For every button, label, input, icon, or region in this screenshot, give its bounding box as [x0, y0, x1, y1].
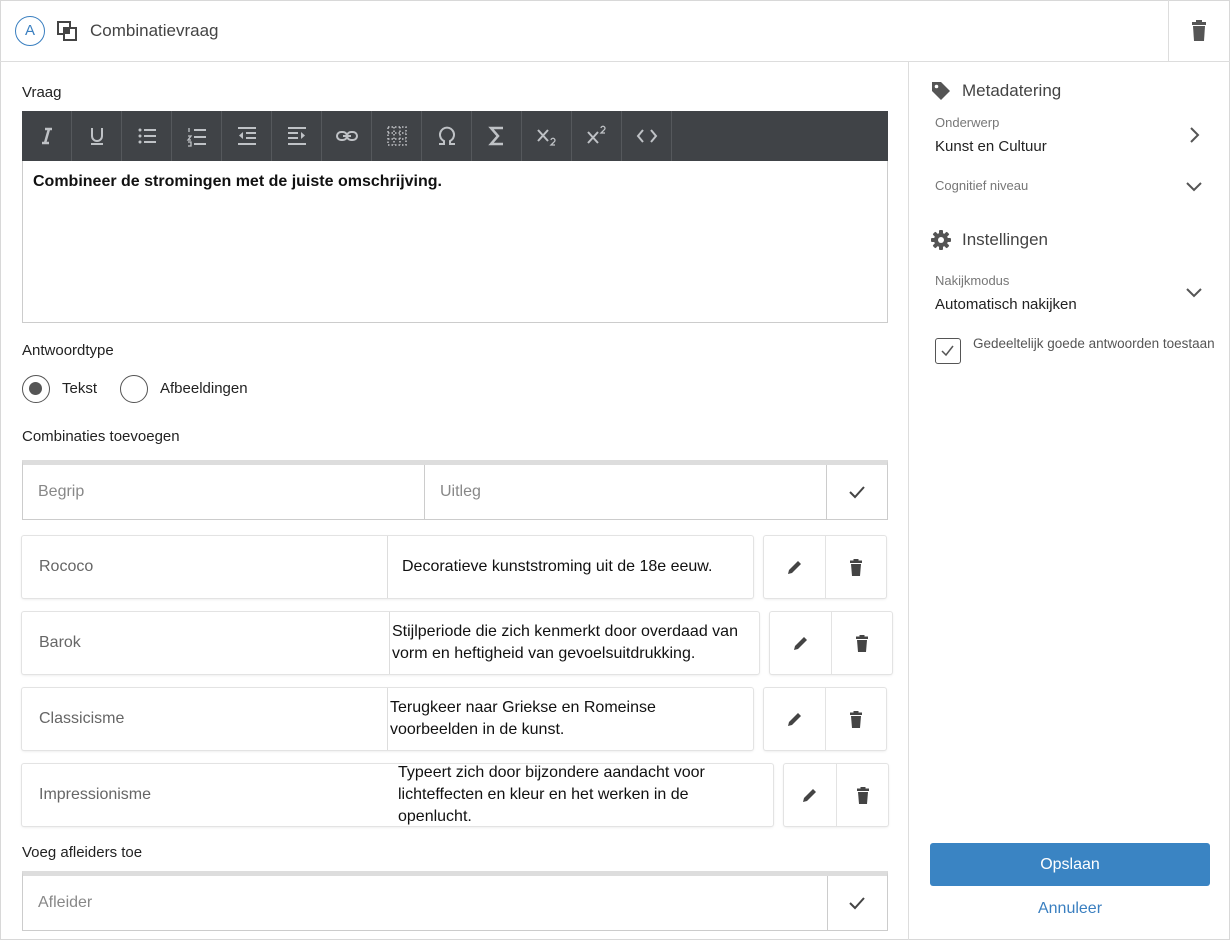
partial-answers-checkbox[interactable] [935, 338, 961, 364]
combination-term: Rococo [22, 536, 388, 598]
editor-toolbar [22, 111, 888, 161]
answer-type-label: Antwoordtype [22, 342, 114, 359]
add-distractor-button[interactable] [828, 876, 886, 930]
side-panel: Metadatering Onderwerp Kunst en Cultuur … [908, 62, 1230, 940]
underline-icon[interactable] [72, 111, 122, 161]
edit-combination-button[interactable] [764, 536, 825, 598]
outdent-icon[interactable] [222, 111, 272, 161]
term-input[interactable] [38, 483, 424, 501]
edit-combination-button[interactable] [770, 612, 831, 674]
bullet-list-icon[interactable] [122, 111, 172, 161]
distractor-row [22, 871, 888, 931]
explanation-input-cell [425, 465, 827, 519]
partial-answers-label: Gedeeltelijk goede antwoorden toestaan [973, 336, 1215, 351]
combination-explanation: Terugkeer naar Griekse en Romeinse voorb… [390, 699, 656, 738]
grading-mode-label: Nakijkmodus [935, 273, 1010, 288]
distractor-input[interactable] [38, 894, 827, 912]
metadata-heading: Metadatering [931, 81, 1061, 101]
combination-explanation: Decoratieve kunststroming uit de 18e eeu… [402, 558, 713, 575]
new-combination-row [22, 460, 888, 520]
pencil-icon [793, 637, 807, 650]
combination-item: Barok Stijlperiode die zich kenmerkt doo… [22, 612, 892, 674]
omega-icon[interactable] [422, 111, 472, 161]
code-icon[interactable] [622, 111, 672, 161]
header-divider [1168, 0, 1169, 61]
combination-item: Classicisme Terugkeer naar Griekse en Ro… [22, 688, 886, 750]
pencil-icon [803, 789, 816, 802]
pencil-icon [787, 713, 801, 726]
answer-type-text-radio[interactable] [22, 375, 50, 403]
cognitive-level-label[interactable]: Cognitief niveau [935, 178, 1028, 193]
cancel-link[interactable]: Annuleer [930, 900, 1210, 918]
checkmark-icon [848, 486, 865, 499]
link-icon[interactable] [322, 111, 372, 161]
question-type-title: Combinatievraag [90, 21, 219, 40]
chevron-down-icon[interactable] [1183, 175, 1205, 197]
sigma-icon[interactable] [472, 111, 522, 161]
numbered-list-icon[interactable] [172, 111, 222, 161]
trash-icon [856, 634, 868, 652]
delete-combination-button[interactable] [836, 764, 888, 826]
delete-combination-button[interactable] [831, 612, 892, 674]
question-label: Vraag [22, 84, 62, 101]
question-text-editor[interactable]: Combineer de stromingen met de juiste om… [22, 161, 888, 323]
gear-icon [931, 230, 951, 250]
combination-item: Rococo Decoratieve kunststroming uit de … [22, 536, 886, 598]
delete-combination-button[interactable] [825, 688, 886, 750]
subject-value[interactable]: Kunst en Cultuur [935, 138, 1047, 155]
delete-question-icon[interactable] [1189, 20, 1209, 42]
subscript-icon[interactable] [522, 111, 572, 161]
term-input-cell [23, 465, 425, 519]
question-text: Combineer de stromingen met de juiste om… [33, 173, 442, 190]
combination-term: Classicisme [22, 688, 388, 750]
italic-icon[interactable] [22, 111, 72, 161]
settings-heading: Instellingen [931, 230, 1048, 250]
grading-mode-value[interactable]: Automatisch nakijken [935, 296, 1077, 313]
superscript-icon[interactable] [572, 111, 622, 161]
checkmark-icon [941, 345, 954, 357]
question-badge: A [15, 16, 45, 46]
edit-combination-button[interactable] [784, 764, 836, 826]
distractors-label: Voeg afleiders toe [22, 844, 143, 861]
checkmark-icon [849, 897, 865, 910]
editor-header: A Combinatievraag [0, 0, 1230, 62]
answer-type-images-radio[interactable] [120, 375, 148, 403]
add-combination-button[interactable] [827, 465, 886, 519]
save-button[interactable]: Opslaan [930, 843, 1210, 886]
add-combinations-label: Combinaties toevoegen [22, 428, 180, 445]
combination-type-icon [57, 21, 77, 41]
answer-type-images-label: Afbeeldingen [160, 380, 248, 397]
trash-icon [856, 786, 869, 804]
chevron-down-icon[interactable] [1183, 281, 1205, 303]
answer-type-text-label: Tekst [62, 380, 98, 397]
subject-label: Onderwerp [935, 115, 1000, 130]
combination-item: Impressionisme Typeert zich door bijzond… [22, 764, 888, 826]
indent-icon[interactable] [272, 111, 322, 161]
tag-icon [932, 82, 950, 100]
combination-explanation: Stijlperiode die zich kenmerkt door over… [392, 623, 738, 662]
combination-term: Barok [22, 612, 390, 674]
delete-combination-button[interactable] [825, 536, 886, 598]
trash-icon [850, 558, 862, 576]
combination-term: Impressionisme [39, 786, 152, 803]
chevron-right-icon[interactable] [1183, 124, 1205, 146]
table-icon[interactable] [372, 111, 422, 161]
explanation-input[interactable] [440, 483, 826, 501]
trash-icon [850, 710, 862, 728]
distractor-input-cell [23, 876, 828, 930]
pencil-icon [787, 561, 801, 574]
combination-explanation: Typeert zich door bijzondere aandacht vo… [398, 764, 705, 825]
edit-combination-button[interactable] [764, 688, 825, 750]
